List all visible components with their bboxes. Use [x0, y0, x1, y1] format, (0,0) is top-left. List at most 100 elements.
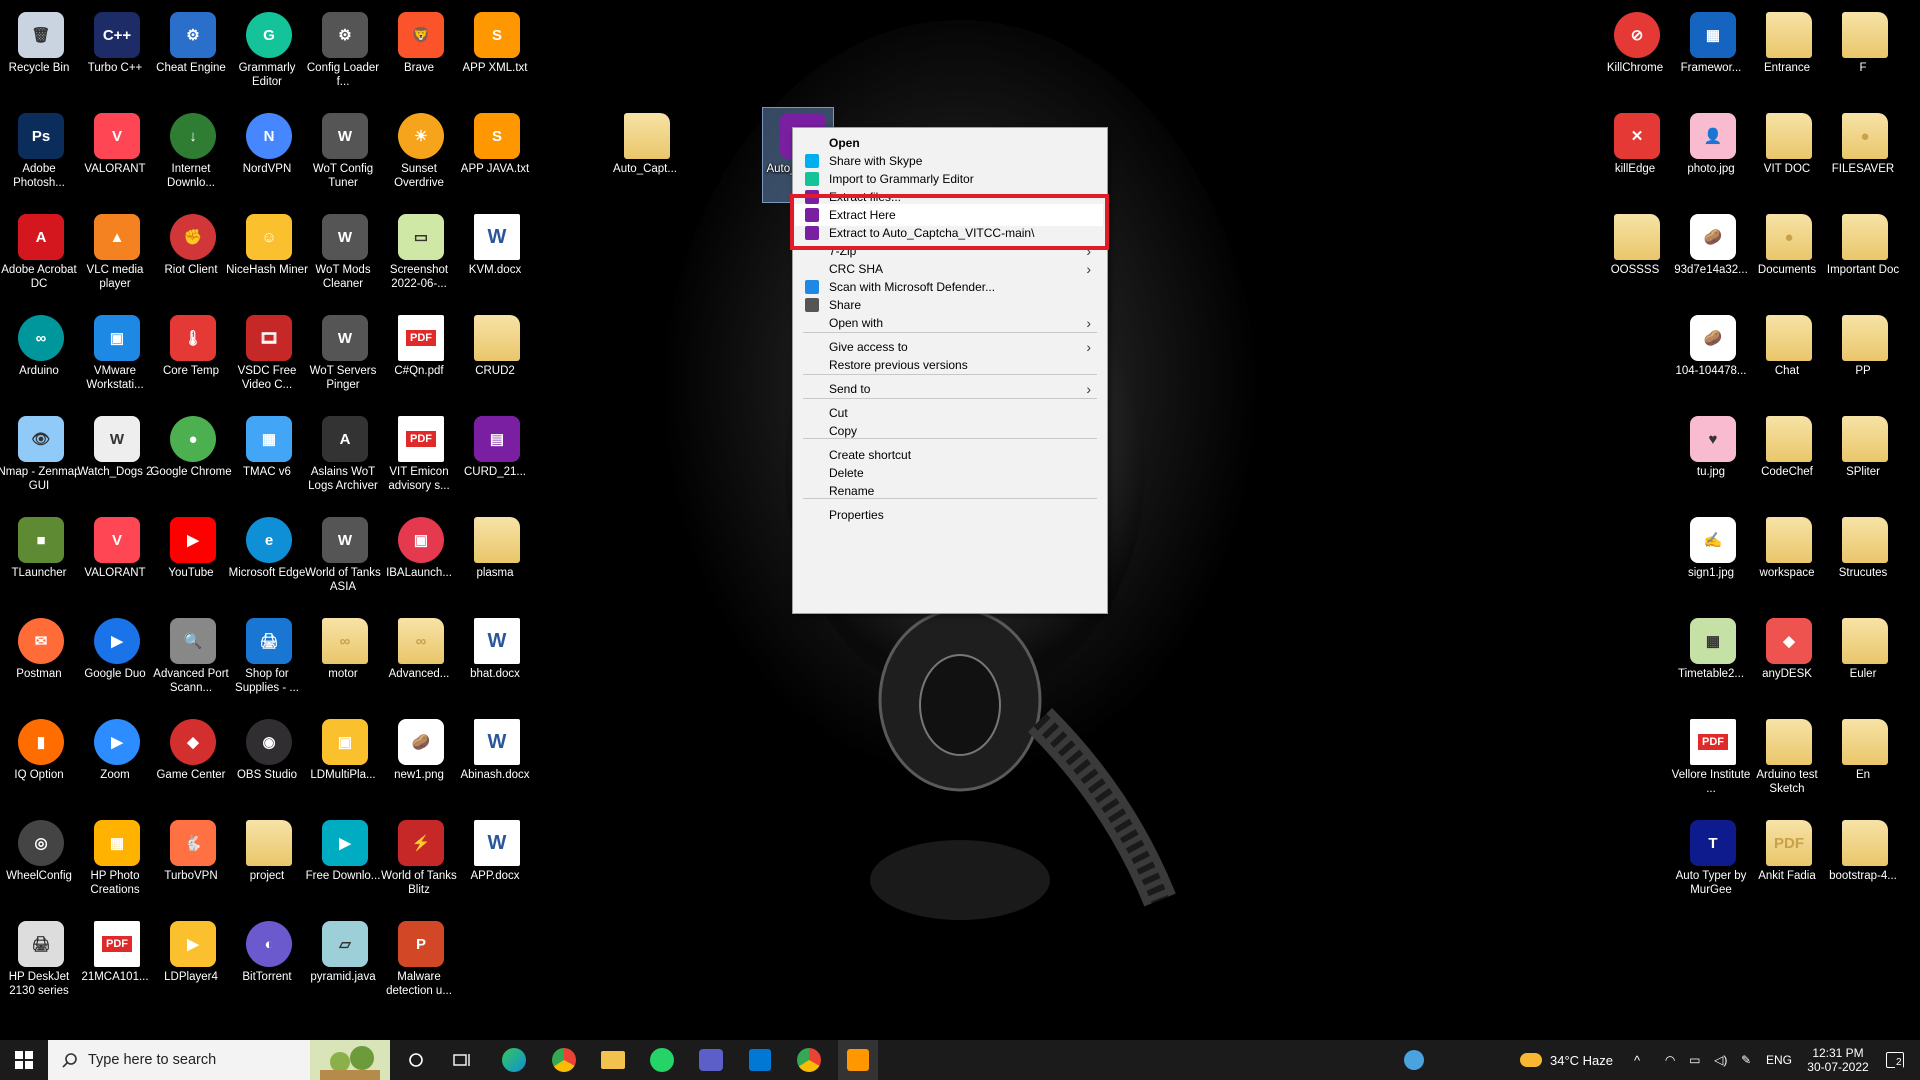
- desktop-icon[interactable]: P Malware detection u...: [382, 913, 456, 1011]
- desktop-icon[interactable]: 👁 Nmap - Zenmap GUI: [0, 408, 81, 506]
- desktop-icon[interactable]: Ps Adobe Photosh...: [2, 105, 76, 203]
- system-tray-icons[interactable]: ◠ ▭ ◁) ✎: [1658, 1040, 1758, 1080]
- desktop-icon[interactable]: ▱ pyramid.java: [306, 913, 380, 1011]
- desktop-icon[interactable]: PDF C#Qn.pdf: [382, 307, 456, 405]
- desktop-icon[interactable]: Auto_Capt...: [608, 105, 682, 203]
- desktop-icon[interactable]: PDF Ankit Fadia: [1750, 812, 1824, 910]
- desktop-icon[interactable]: ◆ anyDESK: [1750, 610, 1824, 708]
- desktop-icon[interactable]: 🥔 104-104478...: [1674, 307, 1748, 405]
- desktop-icon[interactable]: ▣ LDMultiPla...: [306, 711, 380, 809]
- desktop-icon[interactable]: ▣ IBALaunch...: [382, 509, 456, 607]
- desktop-icon[interactable]: ▶ Google Duo: [78, 610, 152, 708]
- desktop-icon[interactable]: ● Google Chrome: [150, 408, 232, 506]
- taskbar-chrome-1[interactable]: [544, 1040, 584, 1080]
- desktop-icon[interactable]: ▦ Timetable2...: [1674, 610, 1748, 708]
- desktop-icon[interactable]: S APP XML.txt: [458, 4, 532, 102]
- desktop-icon[interactable]: ● FILESAVER: [1826, 105, 1900, 203]
- desktop-icon[interactable]: 🌡 Core Temp: [154, 307, 228, 405]
- desktop-icon[interactable]: 🔍 Advanced Port Scann...: [153, 610, 229, 708]
- desktop-icon[interactable]: ⚡ World of Tanks Blitz: [381, 812, 457, 910]
- desktop-icon[interactable]: CRUD2: [458, 307, 532, 405]
- desktop-icon[interactable]: 🥔 93d7e14a32...: [1674, 206, 1748, 304]
- desktop-icon[interactable]: W WoT Config Tuner: [306, 105, 380, 203]
- desktop-icon[interactable]: Important Doc: [1826, 206, 1900, 304]
- notification-button[interactable]: 2: [1880, 1040, 1910, 1080]
- desktop-icon[interactable]: ◆ Game Center: [154, 711, 228, 809]
- taskbar-edge[interactable]: [494, 1040, 534, 1080]
- start-button[interactable]: [0, 1040, 48, 1080]
- desktop-icon[interactable]: SPliter: [1826, 408, 1900, 506]
- context-menu-item[interactable]: Restore previous versions: [795, 354, 1103, 376]
- taskbar-file-explorer[interactable]: [593, 1040, 633, 1080]
- desktop-icon[interactable]: 🐇 TurboVPN: [154, 812, 228, 910]
- desktop-icon[interactable]: ☺ NiceHash Miner: [226, 206, 308, 304]
- desktop-icon[interactable]: ▮ IQ Option: [2, 711, 76, 809]
- desktop-icon[interactable]: ⚙ Config Loader f...: [306, 4, 380, 102]
- desktop-icon[interactable]: VIT DOC: [1750, 105, 1824, 203]
- context-menu-item[interactable]: Properties: [795, 504, 1103, 526]
- desktop-icon[interactable]: C++ Turbo C++: [78, 4, 152, 102]
- desktop-icon[interactable]: Strucutes: [1826, 509, 1900, 607]
- desktop-icon[interactable]: ◉ OBS Studio: [230, 711, 304, 809]
- taskbar-whatsapp[interactable]: [642, 1040, 682, 1080]
- desktop-icon[interactable]: G Grammarly Editor: [230, 4, 304, 102]
- desktop-icon[interactable]: V VALORANT: [78, 509, 152, 607]
- desktop-icon[interactable]: 🎞 VSDC Free Video C...: [230, 307, 304, 405]
- desktop-icon[interactable]: ✉ Postman: [2, 610, 76, 708]
- desktop-icon[interactable]: 🗑 Recycle Bin: [2, 4, 76, 102]
- desktop-icon[interactable]: S APP JAVA.txt: [458, 105, 532, 203]
- taskbar-teams[interactable]: [691, 1040, 731, 1080]
- desktop-icon[interactable]: 🖨 HP DeskJet 2130 series: [2, 913, 76, 1011]
- desktop-icon[interactable]: ⚙ Cheat Engine: [154, 4, 228, 102]
- desktop-icon[interactable]: 🖨 Shop for Supplies - ...: [230, 610, 304, 708]
- desktop-icon[interactable]: W Abinash.docx: [458, 711, 532, 809]
- desktop-icon[interactable]: ∞ motor: [306, 610, 380, 708]
- weather-widget[interactable]: 34°C Haze: [1520, 1040, 1613, 1080]
- desktop-icon[interactable]: T Auto Typer by MurGee: [1674, 812, 1748, 910]
- desktop-icon[interactable]: ☀ Sunset Overdrive: [382, 105, 456, 203]
- desktop-icon[interactable]: ▤ CURD_21...: [458, 408, 532, 506]
- desktop-icon[interactable]: Euler: [1826, 610, 1900, 708]
- desktop-icon[interactable]: ✕ killEdge: [1598, 105, 1672, 203]
- desktop-icon[interactable]: ✊ Riot Client: [154, 206, 228, 304]
- desktop-icon[interactable]: ◎ WheelConfig: [2, 812, 76, 910]
- desktop-icon[interactable]: W WoT Mods Cleaner: [306, 206, 380, 304]
- desktop-icon[interactable]: ● Documents: [1750, 206, 1824, 304]
- taskbar-chrome-2[interactable]: [789, 1040, 829, 1080]
- desktop-icon[interactable]: PDF 21MCA101...: [78, 913, 152, 1011]
- show-hidden-icons[interactable]: ^: [1634, 1040, 1640, 1080]
- desktop-icon[interactable]: ▶ Zoom: [78, 711, 152, 809]
- desktop-icon[interactable]: PDF VIT Emicon advisory s...: [382, 408, 456, 506]
- desktop-icon[interactable]: ⊘ KillChrome: [1598, 4, 1672, 102]
- desktop-icon[interactable]: ▦ TMAC v6: [230, 408, 304, 506]
- desktop-icon[interactable]: ∞ Arduino: [2, 307, 76, 405]
- help-tray[interactable]: [1404, 1040, 1432, 1080]
- desktop-icon[interactable]: e Microsoft Edge: [229, 509, 305, 607]
- desktop-icon[interactable]: ▦ HP Photo Creations: [78, 812, 152, 910]
- desktop-icon[interactable]: W KVM.docx: [458, 206, 532, 304]
- search-input[interactable]: Type here to search: [48, 1040, 390, 1080]
- desktop-icon[interactable]: project: [230, 812, 304, 910]
- desktop-icon[interactable]: Wbhat.docx: [458, 610, 532, 708]
- desktop-icon[interactable]: Entrance: [1750, 4, 1824, 102]
- desktop-icon[interactable]: ■ TLauncher: [2, 509, 76, 607]
- desktop-icon[interactable]: CodeChef: [1750, 408, 1824, 506]
- desktop-icon[interactable]: PDF Vellore Institute ...: [1672, 711, 1750, 809]
- desktop-icon[interactable]: W Watch_Dogs 2: [78, 408, 153, 506]
- desktop-icon[interactable]: ◐ BitTorrent: [230, 913, 304, 1011]
- desktop-icon[interactable]: ▲ VLC media player: [78, 206, 152, 304]
- desktop-icon[interactable]: W APP.docx: [458, 812, 532, 910]
- taskbar-sublime[interactable]: [838, 1040, 878, 1080]
- desktop-icon[interactable]: ▶ Free Downlo...: [306, 812, 380, 910]
- language-indicator[interactable]: ENG: [1766, 1040, 1792, 1080]
- desktop-icon[interactable]: W World of Tanks ASIA: [305, 509, 381, 607]
- context-menu-item[interactable]: Send to ›: [795, 378, 1103, 400]
- desktop-icon[interactable]: ✍ sign1.jpg: [1674, 509, 1748, 607]
- desktop-icon[interactable]: F: [1826, 4, 1900, 102]
- desktop-icon[interactable]: plasma: [458, 509, 532, 607]
- clock[interactable]: 12:31 PM 30-07-2022: [1800, 1040, 1876, 1080]
- desktop-icon[interactable]: ↓ Internet Downlo...: [154, 105, 228, 203]
- desktop-icon[interactable]: V VALORANT: [78, 105, 152, 203]
- desktop-icon[interactable]: ∞ Advanced...: [382, 610, 456, 708]
- context-menu-item[interactable]: Open with ›: [795, 312, 1103, 334]
